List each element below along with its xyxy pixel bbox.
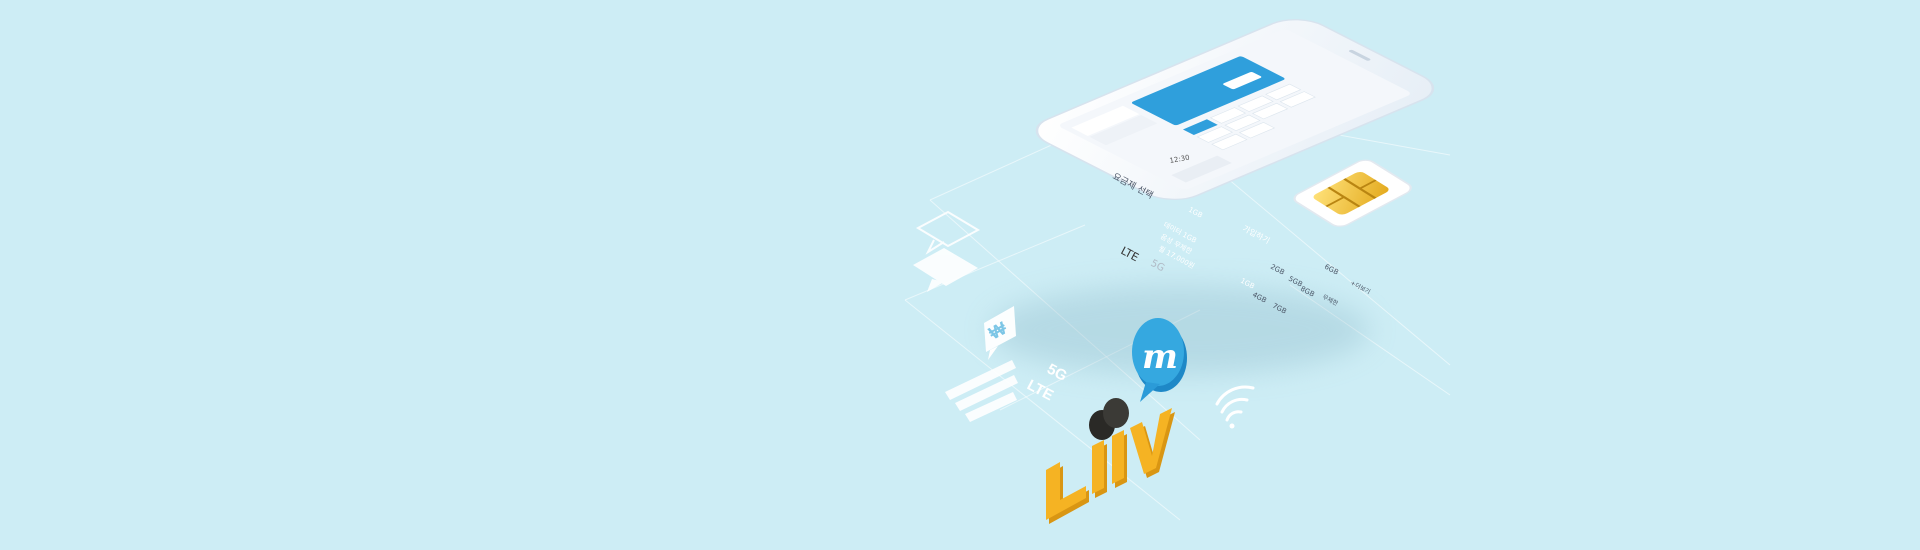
join-button-label: 가입하기 [1241, 223, 1272, 246]
option-more: +더보기 [1349, 279, 1372, 296]
tab-lte: LTE [1119, 244, 1141, 264]
logo-dot-right [1103, 398, 1129, 428]
wifi-icon [1215, 385, 1255, 429]
m-badge-letter: m [1142, 337, 1178, 377]
chat-bubble-outline-icon [915, 210, 981, 255]
option-6gb: 6GB [1323, 263, 1340, 277]
network-lte-label: LTE [1024, 377, 1056, 405]
signal-bars-icon [945, 360, 1018, 422]
hero-banner: 요금제 선택 LTE 5G 가입하기 데이터 1GB 음성 무제한 월 17,0… [0, 0, 1920, 550]
box-label: 1GB [1187, 206, 1204, 220]
tab-5g: 5G [1149, 258, 1167, 274]
won-bubble-icon: ₩ [984, 306, 1016, 360]
option-2gb: 2GB [1269, 263, 1286, 277]
hero-illustration: 요금제 선택 LTE 5G 가입하기 데이터 1GB 음성 무제한 월 17,0… [904, 19, 1451, 524]
sim-card [1293, 159, 1412, 227]
chat-bubble-filled-icon [913, 248, 978, 292]
